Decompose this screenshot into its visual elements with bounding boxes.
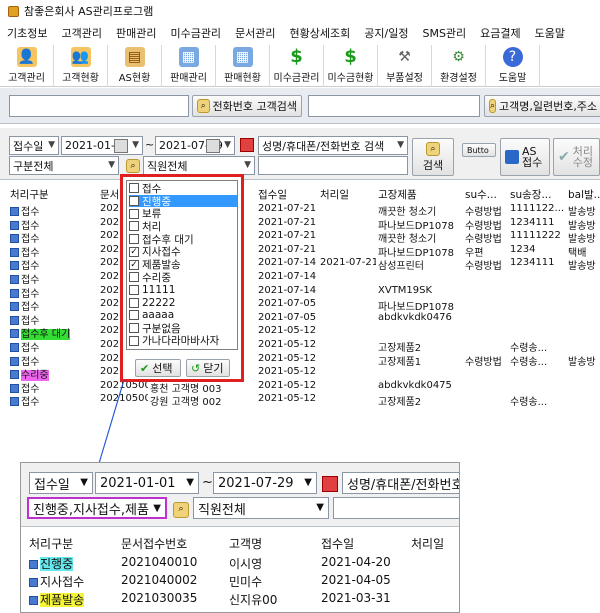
inset-date-from-picker[interactable]: 2021-01-01 ▼ — [95, 472, 199, 494]
inset-date-type-select[interactable]: 접수일 ▼ — [29, 472, 93, 494]
inset-cell-doc: 2021030035 — [121, 591, 198, 605]
chevron-down-icon: ▼ — [304, 477, 312, 488]
inset-cell-name: 신지유00 — [229, 593, 278, 607]
inset-grid-header-row: 처리구분 문서접수번호 고객명 접수일 처리일 — [21, 535, 459, 552]
status-icon — [29, 596, 38, 605]
inset-date-range-separator: ~ — [202, 475, 213, 490]
inset-status-cell: 지사접수 — [29, 573, 84, 590]
search-icon[interactable]: ⌕ — [173, 502, 189, 518]
inset-header-cell[interactable]: 처리일 — [411, 535, 444, 552]
inset-header-cell[interactable]: 문서접수번호 — [121, 535, 187, 552]
chevron-down-icon: ▼ — [80, 477, 88, 488]
inset-status-label: 제품발송 — [40, 593, 85, 607]
inset-cell-doc: 2021040010 — [121, 555, 198, 569]
inset-cell-doc: 2021040002 — [121, 573, 198, 587]
calendar-icon[interactable] — [322, 476, 338, 492]
chevron-down-icon: ▼ — [316, 502, 324, 513]
inset-staff-select[interactable]: 직원전체 ▼ — [193, 497, 329, 519]
inset-status-cell: 진행중 — [29, 555, 74, 572]
inset-status-cell: 제품발송 — [29, 591, 85, 608]
inset-cell-recv: 2021-03-31 — [321, 591, 391, 605]
inset-header-cell[interactable]: 접수일 — [321, 535, 354, 552]
inset-cell-name: 민미수 — [229, 575, 263, 589]
status-icon — [29, 578, 38, 587]
chevron-down-icon: ▼ — [153, 503, 161, 514]
zoomed-filter-inset: 접수일 ▼ 2021-01-01 ▼ ~ 2021-07-29 ▼ 성명/휴대폰/전화… — [20, 462, 460, 613]
inset-filter-panel: 접수일 ▼ 2021-01-01 ▼ ~ 2021-07-29 ▼ 성명/휴대폰/전화… — [21, 463, 459, 527]
inset-header-cell[interactable]: 처리구분 — [29, 535, 73, 552]
status-icon — [29, 560, 38, 569]
inset-table-row[interactable]: 지사접수 2021040002 민미수 2021-04-05 — [21, 573, 459, 590]
inset-status-label: 진행중 — [40, 557, 74, 571]
inset-search-field-select[interactable]: 성명/휴대폰/전화번호 검 — [342, 472, 459, 494]
chevron-down-icon: ▼ — [186, 477, 194, 488]
inset-header-cell[interactable]: 고객명 — [229, 535, 262, 552]
inset-category-select[interactable]: 진행중,지사접수,제품 ▼ — [27, 497, 167, 519]
inset-table-row[interactable]: 제품발송 2021030035 신지유00 2021-03-31 — [21, 591, 459, 608]
inset-keyword-input[interactable] — [333, 497, 459, 519]
inset-cell-name: 이시영 — [229, 557, 263, 571]
inset-cell-recv: 2021-04-05 — [321, 573, 391, 587]
inset-status-label: 지사접수 — [40, 575, 85, 589]
inset-cell-recv: 2021-04-20 — [321, 555, 391, 569]
inset-table-row[interactable]: 진행중 2021040010 이시영 2021-04-20 — [21, 555, 459, 572]
inset-date-to-picker[interactable]: 2021-07-29 ▼ — [213, 472, 317, 494]
